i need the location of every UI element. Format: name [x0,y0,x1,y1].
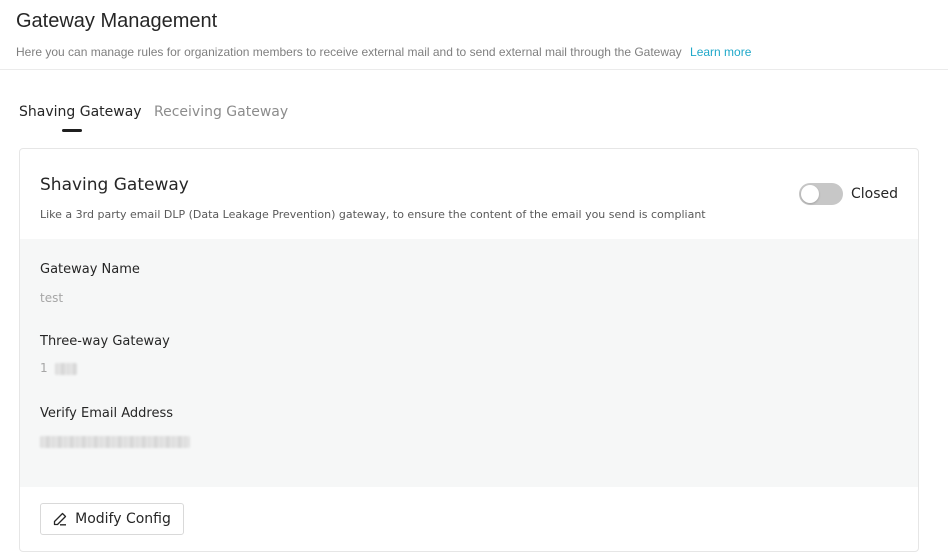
gateway-toggle-group: Closed [798,183,898,205]
gateway-name-value: test [40,291,64,305]
shaving-gateway-card: Shaving Gateway Like a 3rd party email D… [19,148,919,552]
modify-config-button[interactable]: Modify Config [40,503,184,535]
verify-email-label: Verify Email Address [40,406,173,421]
gateway-name-label: Gateway Name [40,262,140,277]
gateway-toggle[interactable] [798,183,843,205]
card-title: Shaving Gateway [40,175,189,195]
three-way-gateway-value: 1 [40,361,48,375]
verify-email-value [40,434,190,448]
modify-config-label: Modify Config [75,511,171,527]
redacted-email-address [40,435,190,448]
three-way-gateway-value-group: 1 [40,361,78,375]
active-tab-indicator [62,129,82,132]
edit-pencil-icon [53,512,67,526]
gateway-info-panel: Gateway Name test Three-way Gateway 1 Ve… [20,239,918,487]
page-subtitle: Here you can manage rules for organizati… [16,45,751,59]
three-way-gateway-label: Three-way Gateway [40,334,170,349]
learn-more-link[interactable]: Learn more [690,45,751,59]
tab-shaving-gateway[interactable]: Shaving Gateway [19,104,142,120]
page-subtitle-text: Here you can manage rules for organizati… [16,45,682,59]
redacted-gateway-text [55,362,78,375]
page-title: Gateway Management [16,10,218,32]
toggle-knob [800,185,819,203]
tab-receiving-gateway[interactable]: Receiving Gateway [154,104,288,120]
toggle-status-label: Closed [850,186,898,202]
page-header: Gateway Management Here you can manage r… [0,0,948,70]
card-description: Like a 3rd party email DLP (Data Leakage… [40,208,706,221]
